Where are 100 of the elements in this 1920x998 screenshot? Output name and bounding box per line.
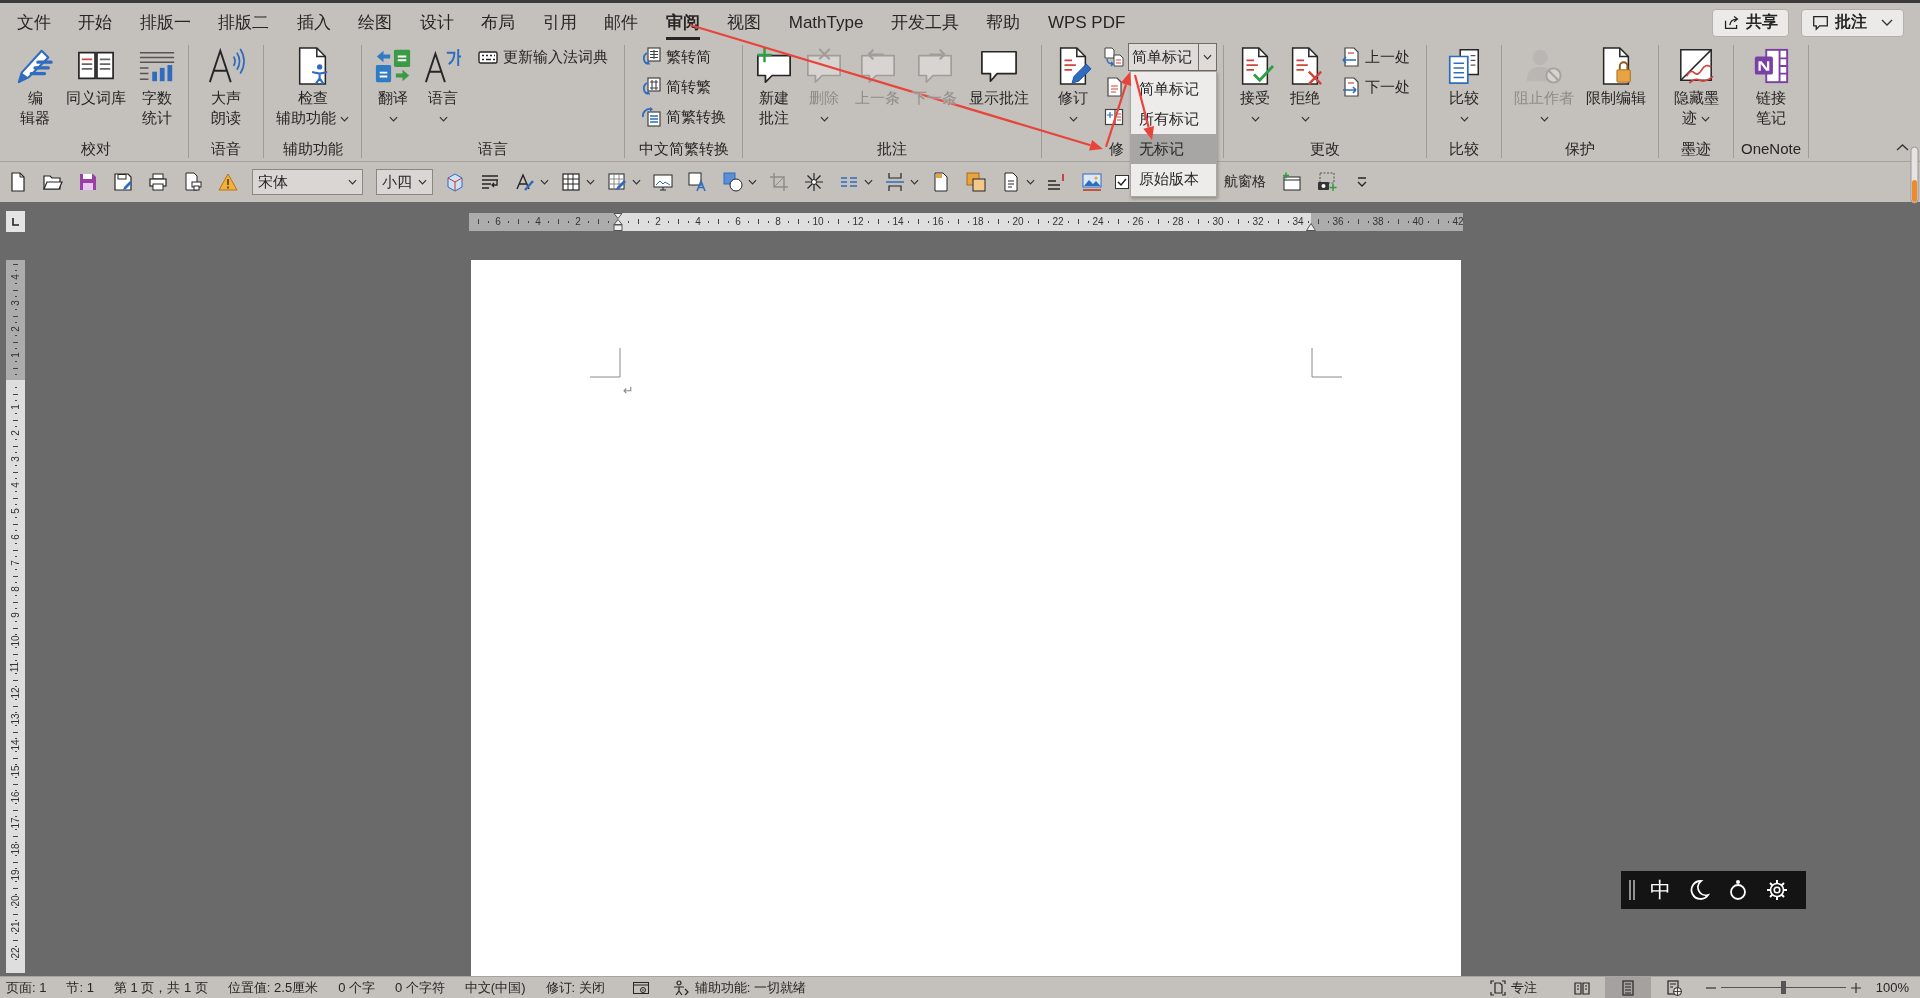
ribbon-button[interactable]: 翻译 <box>368 45 418 128</box>
menu-item[interactable]: 原始版本 <box>1131 164 1216 194</box>
ribbon-button[interactable]: 接受 <box>1230 45 1280 128</box>
status-text[interactable]: 位置值: 2.5厘米 <box>227 978 319 997</box>
status-text[interactable]: 中文(中国) <box>464 978 526 997</box>
chevron-down-icon[interactable] <box>585 179 595 185</box>
ribbon-button[interactable]: 拒绝 <box>1280 45 1330 128</box>
zoom-slider-thumb[interactable] <box>1780 981 1786 994</box>
ribbon-button[interactable]: 隐藏墨 迹 <box>1667 45 1725 128</box>
ribbon-button[interactable]: 简繁转换 <box>631 102 736 132</box>
scroll-indicator-icon[interactable] <box>1910 146 1919 204</box>
ribbon-button[interactable]: 大声 朗读 <box>201 45 251 128</box>
save-icon[interactable] <box>77 172 98 192</box>
checkbox[interactable] <box>1114 175 1129 189</box>
ribbon-tab[interactable]: 布局 <box>467 3 529 42</box>
snowflake-icon[interactable] <box>804 172 824 192</box>
documents-arrow-icon[interactable] <box>1104 47 1124 67</box>
ribbon-tab[interactable]: 文件 <box>3 3 65 42</box>
ribbon-tab[interactable]: 视图 <box>713 3 775 42</box>
page-corner-icon[interactable] <box>931 172 951 192</box>
plus-icon[interactable] <box>1849 981 1862 994</box>
camera-icon[interactable] <box>1316 172 1337 192</box>
markup-dropdown[interactable]: 简单标记 <box>1128 43 1217 71</box>
status-text[interactable]: 0 个字符 <box>395 978 445 997</box>
ribbon-button[interactable]: 更新输入法词典 <box>468 42 618 72</box>
chevron-down-icon[interactable] <box>909 179 919 185</box>
text-box-icon[interactable] <box>688 172 708 192</box>
menu-item[interactable]: 无标记 <box>1131 134 1216 164</box>
ribbon-tab[interactable]: 排版二 <box>204 3 283 42</box>
tab-stop-icon[interactable] <box>6 211 25 232</box>
save-as-icon[interactable] <box>112 172 133 192</box>
ribbon-tab[interactable]: MathType <box>775 3 878 42</box>
ribbon-button[interactable]: 下一处 <box>1330 72 1420 102</box>
ribbon-tab[interactable]: 开始 <box>64 3 126 42</box>
chevron-up-icon[interactable] <box>1896 144 1909 151</box>
ribbon-button[interactable]: 限制编辑 <box>1580 45 1652 108</box>
ribbon-tab[interactable]: 绘图 <box>344 3 406 42</box>
ribbon-button[interactable]: 新建 批注 <box>749 45 799 128</box>
font-name-dropdown[interactable]: 宋体 <box>252 169 363 195</box>
new-window-icon[interactable] <box>1281 172 1302 192</box>
footnote-icon[interactable] <box>1047 172 1067 192</box>
page-break-icon[interactable] <box>885 172 905 192</box>
indent-marker-icon[interactable] <box>613 212 623 231</box>
ribbon-button[interactable]: 同义词库 <box>60 45 132 108</box>
status-text[interactable]: 辅助功能: 一切就绪 <box>694 978 806 997</box>
ribbon-button[interactable]: 编 辑器 <box>10 45 60 128</box>
warning-icon[interactable] <box>217 172 238 192</box>
ribbon-tab[interactable]: 设计 <box>406 3 468 42</box>
cube-icon[interactable] <box>445 172 465 192</box>
menu-item[interactable]: 简单标记 <box>1131 74 1216 104</box>
picture-monitor-icon[interactable] <box>653 172 673 192</box>
ribbon-tab[interactable]: 排版一 <box>126 3 205 42</box>
status-text[interactable]: 页面: 1 <box>6 978 47 997</box>
ribbon-tab[interactable]: 引用 <box>529 3 591 42</box>
chevron-down-icon[interactable] <box>863 179 873 185</box>
indent-marker-icon[interactable] <box>1306 222 1316 231</box>
print-preview-icon[interactable] <box>182 172 203 192</box>
ribbon-tab[interactable]: WPS PDF <box>1034 3 1140 42</box>
grip-icon[interactable] <box>1628 880 1636 900</box>
picture-icon[interactable] <box>1082 172 1102 192</box>
share-button[interactable]: 共享 <box>1712 8 1789 37</box>
view-button[interactable] <box>1604 977 1651 998</box>
comments-button[interactable]: 批注 <box>1801 8 1904 37</box>
document-page[interactable]: ↵ <box>471 260 1461 976</box>
table-pencil-icon[interactable] <box>607 172 627 192</box>
ribbon-button[interactable]: 比较 <box>1439 45 1489 128</box>
document-icon[interactable] <box>1104 77 1124 97</box>
input-mode-label[interactable]: 中 <box>1650 878 1671 902</box>
status-text[interactable]: 节: 1 <box>66 978 94 997</box>
status-text[interactable]: 第 1 页，共 1 页 <box>113 978 208 997</box>
chevron-down-icon[interactable] <box>539 179 549 185</box>
font-size-dropdown[interactable]: 小四 <box>376 169 433 195</box>
printer-icon[interactable] <box>147 172 168 192</box>
folder-icon[interactable] <box>42 172 63 192</box>
ribbon-button[interactable]: 简转繁 <box>631 72 736 102</box>
ribbon-tab[interactable]: 邮件 <box>590 3 652 42</box>
text-wrap-icon[interactable] <box>480 172 500 192</box>
ribbon-button[interactable]: 字数 统计 <box>132 45 182 128</box>
settings-icon[interactable] <box>1766 879 1788 901</box>
status-text[interactable]: 0 个字 <box>338 978 375 997</box>
ribbon-button[interactable]: 检查 辅助功能 <box>270 45 355 128</box>
chevron-down-icon[interactable] <box>747 179 757 185</box>
ribbon-button[interactable]: 链接 笔记 <box>1746 45 1796 128</box>
table-icon[interactable] <box>561 172 581 192</box>
ribbon-tab[interactable]: 插入 <box>283 3 345 42</box>
focus-button[interactable]: 专注 <box>1489 978 1537 997</box>
zoom-level[interactable]: 100% <box>1875 980 1909 995</box>
chevron-down-icon[interactable] <box>631 179 641 185</box>
shapes-icon[interactable] <box>723 172 743 192</box>
ribbon-button[interactable]: 上一处 <box>1330 42 1420 72</box>
overlapping-squares-icon[interactable] <box>966 172 986 192</box>
document-lines-icon[interactable] <box>1001 172 1021 192</box>
moon-icon[interactable] <box>1688 879 1710 901</box>
ring-dot-icon[interactable] <box>1727 879 1749 901</box>
ribbon-tab[interactable]: 开发工具 <box>877 3 973 42</box>
chevron-down-icon[interactable] <box>1025 179 1035 185</box>
letter-brush-icon[interactable] <box>515 172 535 192</box>
status-text[interactable]: 修订: 关闭 <box>545 978 605 997</box>
checkbox-label[interactable]: 航窗格 <box>1223 173 1266 191</box>
ribbon-button[interactable]: 修订 <box>1048 45 1098 128</box>
